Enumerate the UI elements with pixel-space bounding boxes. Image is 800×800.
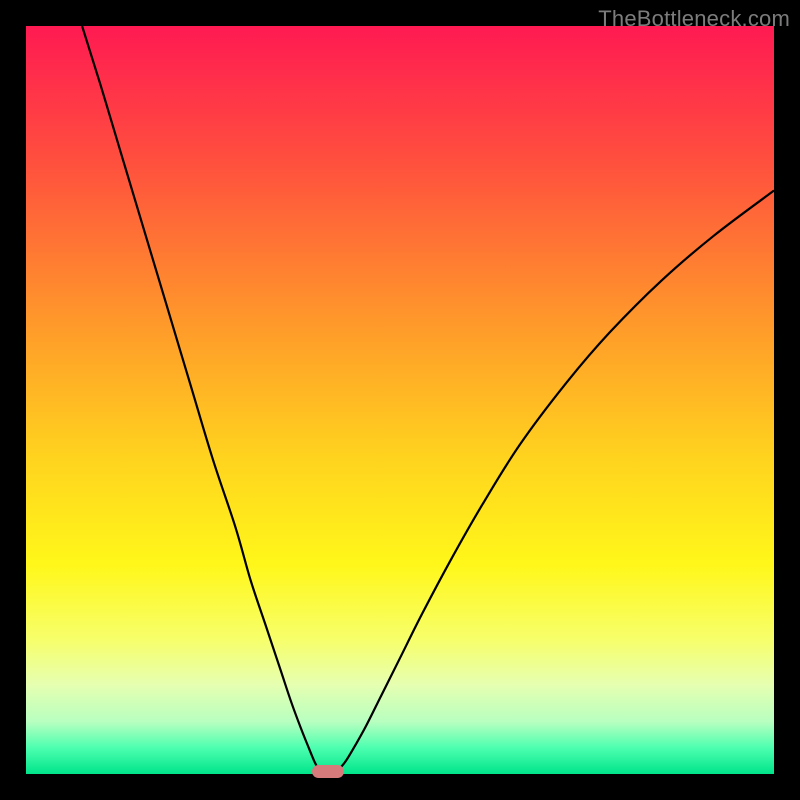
plot-svg bbox=[26, 26, 774, 774]
watermark-text: TheBottleneck.com bbox=[598, 6, 790, 32]
plot-background bbox=[26, 26, 774, 774]
bottleneck-marker bbox=[312, 765, 344, 778]
chart-frame bbox=[26, 26, 774, 774]
